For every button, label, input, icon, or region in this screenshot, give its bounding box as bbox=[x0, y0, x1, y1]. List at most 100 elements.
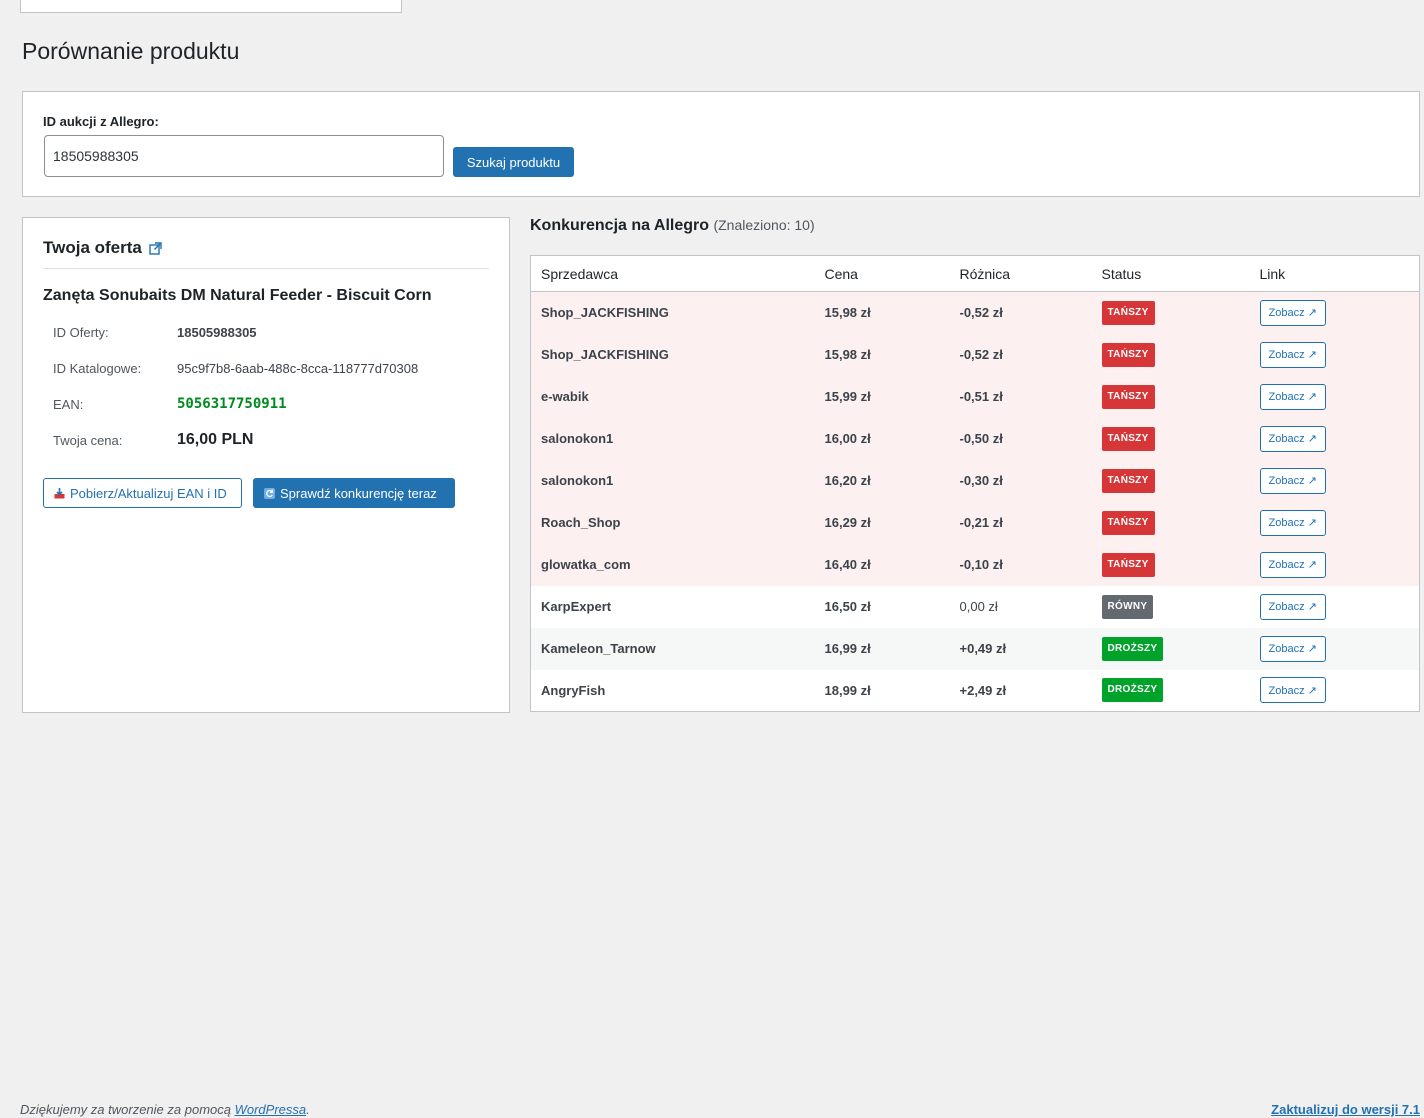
table-row: AngryFish 18,99 zł +2,49 zł DROŻSZY Zoba… bbox=[530, 669, 1420, 712]
refresh-icon bbox=[264, 487, 275, 499]
price-cell: 15,99 zł bbox=[814, 375, 950, 418]
ean-value: 5056317750911 bbox=[177, 396, 287, 412]
view-offer-button[interactable]: Zobacz ↗ bbox=[1259, 677, 1326, 704]
download-icon bbox=[54, 487, 65, 498]
table-row: KarpExpert 16,50 zł 0,00 zł RÓWNY Zobacz… bbox=[530, 585, 1420, 628]
column-header-price: Cena bbox=[814, 255, 950, 292]
update-ean-button[interactable]: Pobierz/Aktualizuj EAN i ID bbox=[43, 478, 242, 508]
table-row: Roach_Shop 16,29 zł -0,21 zł TAŃSZY Zoba… bbox=[530, 501, 1420, 544]
status-cell: DROŻSZY bbox=[1091, 669, 1250, 712]
seller-cell: Shop_JACKFISHING bbox=[530, 333, 815, 376]
column-header-link: Link bbox=[1249, 255, 1420, 292]
search-panel: ID aukcji z Allegro: Szukaj produktu bbox=[22, 91, 1420, 197]
difference-cell: -0,30 zł bbox=[949, 459, 1092, 502]
ean-row: EAN: 5056317750911 bbox=[53, 396, 287, 412]
link-cell: Zobacz ↗ bbox=[1249, 627, 1420, 670]
difference-cell: -0,10 zł bbox=[949, 543, 1092, 586]
your-price-label: Twoja cena: bbox=[53, 432, 123, 448]
offer-id-value: 18505988305 bbox=[177, 325, 257, 340]
price-cell: 15,98 zł bbox=[814, 333, 950, 376]
status-cell: DROŻSZY bbox=[1091, 627, 1250, 670]
price-cell: 18,99 zł bbox=[814, 669, 950, 712]
status-badge: TAŃSZY bbox=[1101, 468, 1155, 493]
table-row: Kameleon_Tarnow 16,99 zł +0,49 zł DROŻSZ… bbox=[530, 627, 1420, 670]
price-cell: 16,20 zł bbox=[814, 459, 950, 502]
view-offer-button[interactable]: Zobacz ↗ bbox=[1259, 299, 1326, 326]
price-cell: 16,50 zł bbox=[814, 585, 950, 628]
view-offer-button[interactable]: Zobacz ↗ bbox=[1259, 509, 1326, 536]
link-cell: Zobacz ↗ bbox=[1249, 375, 1420, 418]
offer-heading: Twoja oferta bbox=[43, 238, 162, 258]
footer-thanks-prefix: Dziękujemy za tworzenie za pomocą bbox=[20, 1102, 235, 1117]
status-cell: TAŃSZY bbox=[1091, 291, 1250, 334]
link-cell: Zobacz ↗ bbox=[1249, 459, 1420, 502]
view-offer-button[interactable]: Zobacz ↗ bbox=[1259, 635, 1326, 662]
difference-cell: 0,00 zł bbox=[949, 585, 1092, 628]
link-cell: Zobacz ↗ bbox=[1249, 291, 1420, 334]
status-badge: RÓWNY bbox=[1101, 594, 1154, 619]
difference-cell: -0,52 zł bbox=[949, 291, 1092, 334]
your-offer-panel: Twoja oferta Zanęta Sonubaits DM Natural… bbox=[22, 217, 510, 713]
price-cell: 16,99 zł bbox=[814, 627, 950, 670]
competition-heading-text: Konkurencja na Allegro bbox=[530, 217, 709, 234]
your-price-value: 16,00 PLN bbox=[177, 431, 254, 448]
wordpress-link[interactable]: WordPressa bbox=[235, 1102, 307, 1117]
update-version-link[interactable]: Zaktualizuj do wersji 7.1 bbox=[1271, 1102, 1420, 1117]
auction-id-input[interactable] bbox=[44, 135, 444, 177]
table-row: glowatka_com 16,40 zł -0,10 zł TAŃSZY Zo… bbox=[530, 543, 1420, 586]
view-offer-button[interactable]: Zobacz ↗ bbox=[1259, 425, 1326, 452]
footer-thanks: Dziękujemy za tworzenie za pomocą WordPr… bbox=[20, 1102, 310, 1117]
view-offer-button[interactable]: Zobacz ↗ bbox=[1259, 383, 1326, 410]
difference-cell: -0,21 zł bbox=[949, 501, 1092, 544]
status-cell: TAŃSZY bbox=[1091, 333, 1250, 376]
offer-id-row: ID Oferty: 18505988305 bbox=[53, 325, 257, 340]
status-badge: TAŃSZY bbox=[1101, 552, 1155, 577]
view-offer-button[interactable]: Zobacz ↗ bbox=[1259, 341, 1326, 368]
table-row: Shop_JACKFISHING 15,98 zł -0,52 zł TAŃSZ… bbox=[530, 291, 1420, 334]
status-cell: TAŃSZY bbox=[1091, 459, 1250, 502]
price-cell: 16,00 zł bbox=[814, 417, 950, 460]
competition-table: Sprzedawca Cena Różnica Status Link Shop… bbox=[530, 255, 1420, 712]
ean-label: EAN: bbox=[53, 396, 84, 412]
difference-cell: -0,52 zł bbox=[949, 333, 1092, 376]
seller-cell: Kameleon_Tarnow bbox=[530, 627, 815, 670]
column-header-seller: Sprzedawca bbox=[530, 255, 815, 292]
catalog-id-row: ID Katalogowe: 95c9f7b8-6aab-488c-8cca-1… bbox=[53, 361, 418, 376]
seller-cell: salonokon1 bbox=[530, 459, 815, 502]
price-cell: 16,40 zł bbox=[814, 543, 950, 586]
status-badge: TAŃSZY bbox=[1101, 510, 1155, 535]
difference-cell: +2,49 zł bbox=[949, 669, 1092, 712]
status-badge: TAŃSZY bbox=[1101, 342, 1155, 367]
status-badge: TAŃSZY bbox=[1101, 426, 1155, 451]
offer-id-label: ID Oferty: bbox=[53, 325, 109, 340]
check-competition-button[interactable]: Sprawdź konkurencję teraz bbox=[253, 478, 455, 508]
link-cell: Zobacz ↗ bbox=[1249, 333, 1420, 376]
status-cell: TAŃSZY bbox=[1091, 375, 1250, 418]
view-offer-button[interactable]: Zobacz ↗ bbox=[1259, 551, 1326, 578]
external-link-icon[interactable] bbox=[149, 241, 162, 255]
difference-cell: +0,49 zł bbox=[949, 627, 1092, 670]
view-offer-button[interactable]: Zobacz ↗ bbox=[1259, 593, 1326, 620]
link-cell: Zobacz ↗ bbox=[1249, 417, 1420, 460]
link-cell: Zobacz ↗ bbox=[1249, 669, 1420, 712]
seller-cell: AngryFish bbox=[530, 669, 815, 712]
search-product-button[interactable]: Szukaj produktu bbox=[453, 147, 574, 177]
link-cell: Zobacz ↗ bbox=[1249, 501, 1420, 544]
table-row: salonokon1 16,00 zł -0,50 zł TAŃSZY Zoba… bbox=[530, 417, 1420, 460]
search-label: ID aukcji z Allegro: bbox=[43, 114, 159, 129]
view-offer-button[interactable]: Zobacz ↗ bbox=[1259, 467, 1326, 494]
seller-cell: glowatka_com bbox=[530, 543, 815, 586]
seller-cell: Roach_Shop bbox=[530, 501, 815, 544]
footer-thanks-suffix: . bbox=[306, 1102, 310, 1117]
status-badge: TAŃSZY bbox=[1101, 384, 1155, 409]
seller-cell: Shop_JACKFISHING bbox=[530, 291, 815, 334]
update-ean-label: Pobierz/Aktualizuj EAN i ID bbox=[70, 485, 227, 501]
price-cell: 16,29 zł bbox=[814, 501, 950, 544]
link-cell: Zobacz ↗ bbox=[1249, 585, 1420, 628]
check-competition-label: Sprawdź konkurencję teraz bbox=[280, 485, 437, 501]
column-header-status: Status bbox=[1091, 255, 1250, 292]
table-row: e-wabik 15,99 zł -0,51 zł TAŃSZY Zobacz … bbox=[530, 375, 1420, 418]
offer-heading-text: Twoja oferta bbox=[43, 238, 142, 257]
difference-cell: -0,50 zł bbox=[949, 417, 1092, 460]
seller-cell: salonokon1 bbox=[530, 417, 815, 460]
